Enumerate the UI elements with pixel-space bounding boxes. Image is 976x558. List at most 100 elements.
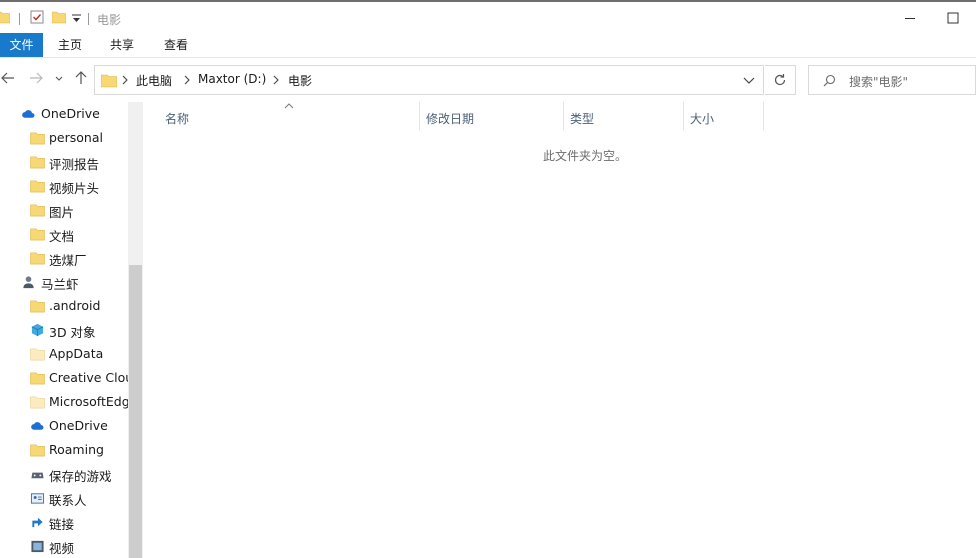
sidebar-item[interactable]: MicrosoftEdgeBackups — [0, 391, 128, 413]
folder-icon — [30, 204, 45, 217]
sidebar-item-label: 评测报告 — [49, 157, 100, 172]
sidebar-item[interactable]: 视频 — [0, 535, 128, 557]
sidebar-item[interactable]: OneDrive — [0, 415, 128, 437]
search-icon — [823, 74, 836, 87]
window-title: 电影 — [97, 13, 122, 27]
empty-folder-message: 此文件夹为空。 — [543, 149, 628, 163]
folder-icon — [0, 11, 10, 24]
sidebar-item[interactable]: AppData — [0, 343, 128, 365]
forward-arrow-icon[interactable] — [28, 70, 44, 86]
sidebar-item-label: 文档 — [49, 229, 75, 244]
sidebar-item[interactable]: OneDrive — [0, 103, 128, 125]
folder-icon — [30, 444, 45, 457]
address-bar[interactable]: 此电脑 Maxtor (D:) 电影 — [94, 65, 764, 95]
sidebar-item[interactable]: 视频片头 — [0, 175, 128, 197]
new-folder-icon[interactable] — [52, 10, 66, 24]
quick-access-dropdown-icon[interactable] — [72, 14, 81, 23]
chevron-right-icon[interactable] — [120, 74, 130, 86]
folder-icon — [30, 252, 45, 265]
sidebar-item-label: personal — [49, 130, 103, 145]
sidebar-item[interactable]: personal — [0, 127, 128, 149]
sidebar-item-label: 链接 — [49, 517, 75, 532]
folder-icon — [30, 156, 45, 169]
file-list[interactable]: 名称 修改日期 类型 大小 此文件夹为空。 — [143, 102, 976, 558]
cloud-icon — [31, 422, 44, 430]
sidebar-item[interactable]: 图片 — [0, 199, 128, 221]
sidebar-item-label: OneDrive — [49, 418, 108, 433]
folder-icon — [30, 132, 45, 145]
sidebar-item[interactable]: 评测报告 — [0, 151, 128, 173]
sidebar-item[interactable]: 文档 — [0, 223, 128, 245]
sidebar-item[interactable]: 保存的游戏 — [0, 463, 128, 485]
sidebar-item-label: Creative Cloud Files — [49, 370, 128, 385]
folder-icon — [30, 372, 45, 385]
cloud-icon — [22, 110, 35, 118]
breadcrumb-drive[interactable]: Maxtor (D:) — [198, 72, 266, 86]
column-divider[interactable] — [763, 102, 764, 130]
navigation-pane[interactable]: OneDrive personal 评测报告视频片头图片文档选煤厂马兰虾 .andro… — [0, 102, 143, 558]
sidebar-item-label: .android — [49, 298, 101, 313]
sidebar-item-label: 视频片头 — [49, 181, 100, 196]
address-dropdown-icon[interactable] — [743, 75, 755, 85]
divider — [19, 13, 20, 25]
chevron-right-icon[interactable] — [182, 74, 192, 86]
scrollbar-thumb[interactable] — [129, 265, 142, 558]
column-divider[interactable] — [563, 102, 564, 130]
folder-light-icon — [30, 348, 45, 361]
folder-light-icon — [30, 396, 45, 409]
chevron-right-icon[interactable] — [271, 74, 281, 86]
sort-up-icon — [284, 103, 294, 109]
sidebar-item-label: MicrosoftEdgeBackups — [49, 394, 128, 409]
sidebar-item[interactable]: Creative Cloud Files — [0, 367, 128, 389]
tab-share[interactable]: 共享 — [104, 33, 140, 57]
title-bar: 电影 — [0, 0, 976, 33]
sidebar-item-label: 视频 — [49, 541, 75, 556]
tab-home[interactable]: 主页 — [52, 33, 88, 57]
back-arrow-icon[interactable] — [0, 70, 16, 86]
tab-view[interactable]: 查看 — [158, 33, 194, 57]
video-icon — [31, 540, 44, 553]
minimize-icon[interactable] — [900, 8, 920, 28]
cube-icon — [31, 323, 44, 337]
column-divider[interactable] — [683, 102, 684, 130]
sidebar-item-label: 选煤厂 — [49, 253, 87, 268]
up-arrow-icon[interactable] — [73, 70, 89, 86]
divider — [88, 13, 89, 25]
breadcrumb-current-folder[interactable]: 电影 — [288, 72, 312, 89]
sidebar-item[interactable]: 马兰虾 — [0, 271, 128, 293]
recent-locations-icon[interactable] — [54, 70, 64, 86]
sidebar-item[interactable]: 选煤厂 — [0, 247, 128, 269]
refresh-button[interactable] — [765, 65, 796, 95]
breadcrumb-this-pc[interactable]: 此电脑 — [136, 72, 172, 89]
user-icon — [23, 276, 34, 289]
navigation-bar: 此电脑 Maxtor (D:) 电影 搜索"电影" — [0, 58, 976, 102]
folder-icon — [30, 180, 45, 193]
games-icon — [31, 472, 44, 479]
folder-icon — [30, 300, 45, 313]
search-input[interactable]: 搜索"电影" — [808, 65, 976, 95]
sidebar-item-label: OneDrive — [41, 106, 100, 121]
sidebar-item-label: 联系人 — [49, 493, 87, 508]
maximize-icon[interactable] — [943, 8, 963, 28]
sidebar-item[interactable]: 链接 — [0, 511, 128, 533]
sidebar-item-label: 图片 — [49, 205, 75, 220]
sidebar-item[interactable]: 3D 对象 — [0, 319, 128, 341]
properties-icon[interactable] — [30, 10, 44, 24]
sidebar-item-label: Roaming — [49, 442, 104, 457]
column-header-type[interactable]: 类型 — [570, 110, 594, 127]
column-divider[interactable] — [419, 102, 420, 130]
sidebar-item[interactable]: Roaming — [0, 439, 128, 461]
ribbon-tabs: 文件 主页 共享 查看 — [0, 33, 976, 58]
folder-icon — [101, 74, 117, 88]
sidebar-item-label: AppData — [49, 346, 104, 361]
tab-file[interactable]: 文件 — [0, 33, 43, 57]
column-header-date-modified[interactable]: 修改日期 — [426, 110, 474, 127]
sidebar-item-label: 马兰虾 — [41, 277, 79, 292]
sidebar-item[interactable]: .android — [0, 295, 128, 317]
refresh-icon — [774, 74, 786, 86]
column-header-size[interactable]: 大小 — [690, 110, 714, 127]
sidebar-item[interactable]: 联系人 — [0, 487, 128, 509]
column-header-name[interactable]: 名称 — [165, 110, 189, 127]
search-placeholder: 搜索"电影" — [849, 75, 909, 89]
sidebar-item-label: 3D 对象 — [49, 325, 96, 340]
